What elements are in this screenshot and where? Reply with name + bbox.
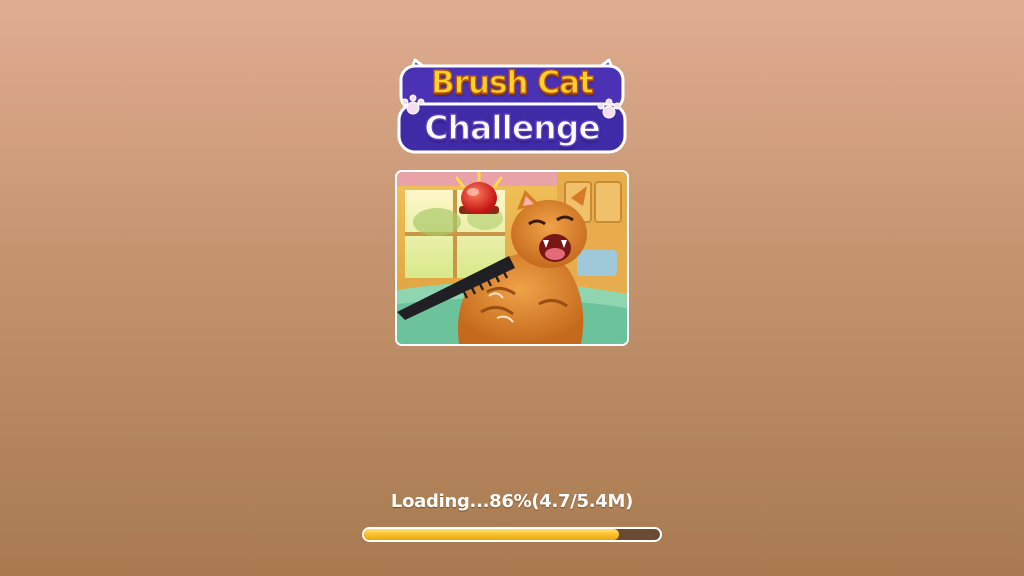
loading-status-text: Loading...86%(4.7/5.4M) — [390, 491, 634, 512]
loading-progress-fill — [364, 529, 619, 540]
logo-title-line-2: Challenge — [424, 107, 602, 147]
game-artwork — [395, 170, 629, 346]
cat-illustration — [397, 172, 627, 344]
loading-progress-bar — [362, 527, 662, 542]
logo-title-line-1: Brush Cat — [430, 64, 594, 101]
game-logo: Brush Cat Challenge — [393, 58, 631, 160]
